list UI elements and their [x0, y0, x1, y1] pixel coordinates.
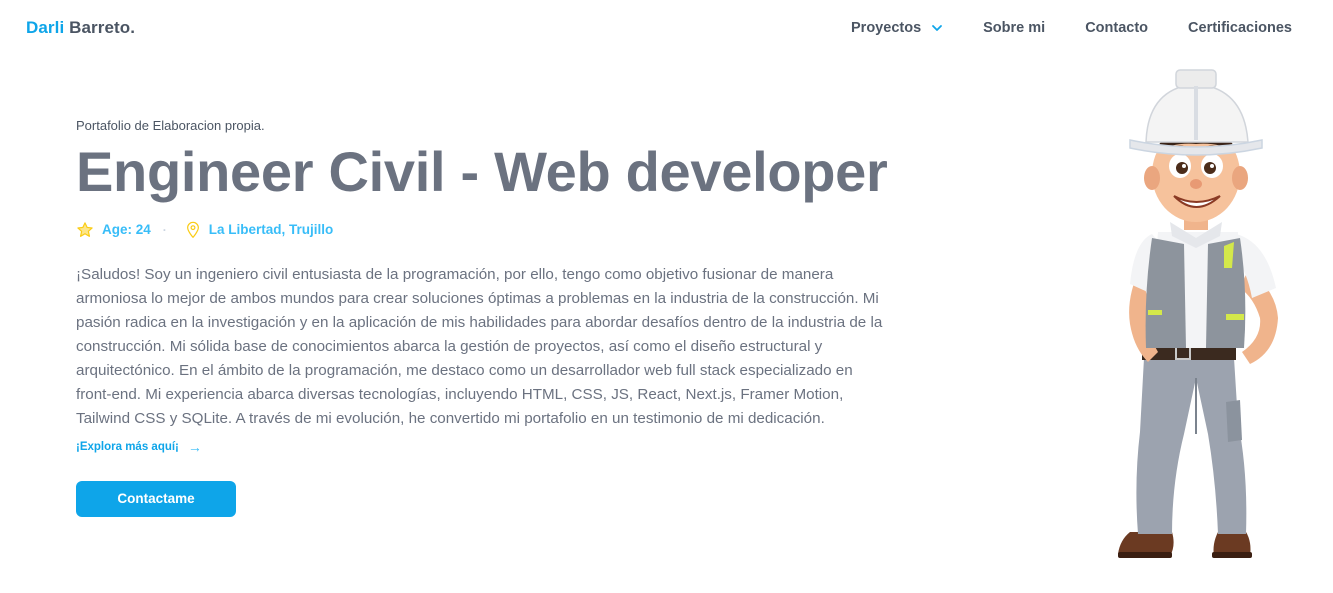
hero-meta: Age: 24 · La Libertad, Trujillo — [76, 221, 906, 239]
logo[interactable]: Darli Barreto. — [26, 18, 135, 38]
nav-item-certificaciones[interactable]: Certificaciones — [1188, 20, 1292, 36]
engineer-illustration — [1118, 69, 1278, 558]
nav-item-sobre-mi[interactable]: Sobre mi — [983, 20, 1045, 36]
location-text: La Libertad, Trujillo — [208, 222, 334, 238]
location-info: La Libertad, Trujillo — [185, 221, 334, 239]
navbar: Darli Barreto. Proyectos Sobre mi Contac… — [0, 0, 1333, 56]
arrow-right-icon: → — [187, 438, 202, 455]
star-icon — [77, 221, 93, 237]
meta-separator: · — [162, 222, 167, 237]
hero-section: Portafolio de Elaboracion propia. Engine… — [76, 118, 906, 517]
bio-paragraph: ¡Saludos! Soy un ingeniero civil entusia… — [76, 265, 883, 427]
nav-item-proyectos[interactable]: Proyectos — [851, 20, 943, 36]
nav-item-contacto[interactable]: Contacto — [1085, 20, 1148, 36]
age-info: Age: 24 — [76, 221, 151, 239]
logo-last-name: Barreto. — [69, 18, 136, 37]
nav-item-label: Proyectos — [851, 20, 922, 36]
chevron-down-icon — [932, 25, 943, 31]
map-pin-icon — [186, 221, 199, 238]
explore-label: ¡Explora más aquí¡ — [76, 440, 179, 453]
hero-kicker: Portafolio de Elaboracion propia. — [76, 118, 265, 133]
page-title: Engineer Civil - Web developer — [76, 140, 888, 203]
age-text: Age: 24 — [102, 222, 151, 238]
contact-button[interactable]: Contactame — [76, 480, 236, 517]
explore-link[interactable]: ¡Explora más aquí¡ → — [76, 439, 202, 455]
logo-first-name: Darli — [26, 18, 65, 37]
nav-menu: Proyectos Sobre mi Contacto Certificacio… — [851, 20, 1292, 36]
